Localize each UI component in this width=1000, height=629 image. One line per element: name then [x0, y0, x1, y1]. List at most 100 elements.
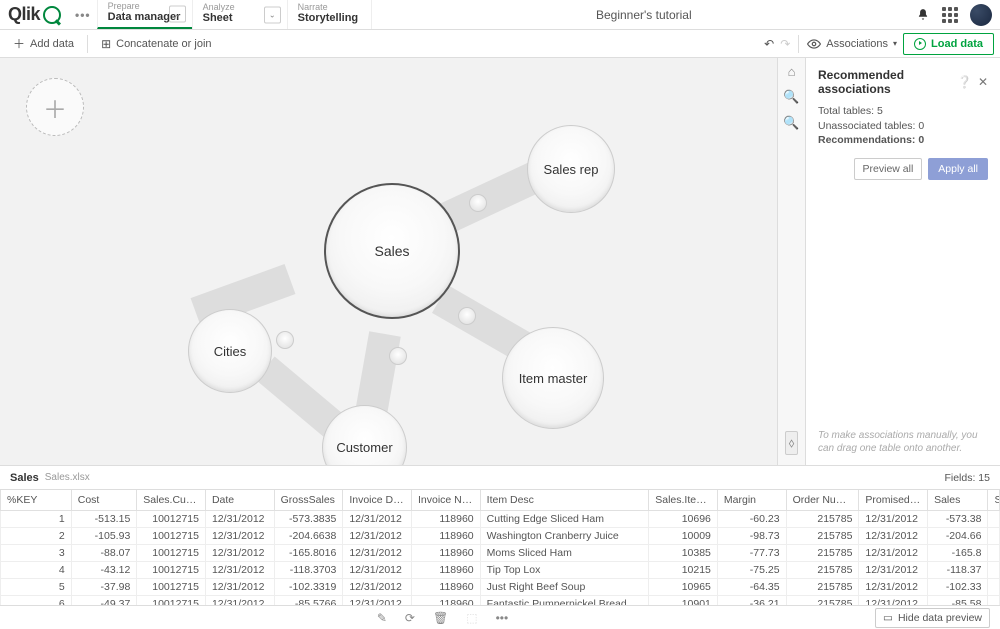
avatar[interactable] — [970, 4, 992, 26]
col-header[interactable]: Sales.Custo... — [137, 490, 206, 511]
cell: 10215 — [649, 562, 718, 579]
cell: 12/31/2012 — [343, 562, 412, 579]
cell: 12/31/2012 — [205, 579, 274, 596]
undo-icon[interactable]: ↶ — [764, 37, 774, 51]
recommendations-panel: Recommended associations ❔ ✕ Total table… — [805, 58, 1000, 465]
bubble-itemmaster[interactable]: Item master — [502, 327, 604, 429]
cell: 10009 — [649, 528, 718, 545]
table-row[interactable]: 1-513.151001271512/31/2012-573.383512/31… — [1, 511, 1000, 528]
edit-icon[interactable]: ✎ — [377, 611, 387, 625]
cell: 12/31/2012 — [343, 579, 412, 596]
cell: -49.37 — [71, 596, 137, 606]
fields-count: Fields: 15 — [944, 472, 990, 484]
nav-prepare[interactable]: Prepare Data manager ⌄ — [97, 0, 192, 29]
cell: -105.93 — [71, 528, 137, 545]
table-row[interactable]: 3-88.071001271512/31/2012-165.801612/31/… — [1, 545, 1000, 562]
preview-all-button[interactable]: Preview all — [854, 158, 923, 180]
apply-all-button[interactable]: Apply all — [928, 158, 988, 180]
table-row[interactable]: 5-37.981001271512/31/2012-102.331912/31/… — [1, 579, 1000, 596]
col-header[interactable]: Cost — [71, 490, 137, 511]
cell: 118960 — [411, 545, 480, 562]
play-icon — [914, 38, 926, 50]
add-table-button[interactable]: ＋ — [26, 78, 84, 136]
cell: -102.3319 — [274, 579, 343, 596]
cell: 12/31/2012 — [205, 511, 274, 528]
cell: -77.73 — [717, 545, 786, 562]
link-node[interactable] — [389, 347, 407, 365]
chevron-down-icon[interactable]: ⌄ — [169, 5, 186, 22]
logo-icon — [43, 6, 61, 24]
stat-total: Total tables: 5 — [818, 104, 988, 119]
concat-icon: ⊞ — [101, 37, 111, 51]
zoom-icon[interactable]: 🔍 — [783, 115, 799, 131]
associations-dropdown[interactable]: Associations ▾ — [807, 37, 897, 51]
col-header[interactable]: Date — [205, 490, 274, 511]
page-title: Beginner's tutorial — [372, 8, 916, 22]
col-header[interactable]: GrossSales — [274, 490, 343, 511]
magic-icon[interactable]: ⬨ — [785, 431, 799, 455]
cell — [988, 528, 1000, 545]
apps-icon[interactable] — [942, 7, 958, 23]
cell: 12/31/2012 — [343, 511, 412, 528]
nav-analyze[interactable]: Analyze Sheet ⌄ — [192, 0, 287, 29]
table-header-row: %KEYCostSales.Custo...DateGrossSalesInvo… — [1, 490, 1000, 511]
col-header[interactable]: Margin — [717, 490, 786, 511]
bubble-label: Customer — [336, 440, 392, 455]
col-header[interactable]: Order Number — [786, 490, 859, 511]
col-header[interactable]: S — [988, 490, 1000, 511]
table-row[interactable]: 4-43.121001271512/31/2012-118.370312/31/… — [1, 562, 1000, 579]
cell: 12/31/2012 — [859, 596, 928, 606]
more-icon[interactable]: ••• — [496, 611, 509, 625]
link-node[interactable] — [276, 331, 294, 349]
col-header[interactable]: Promised D... — [859, 490, 928, 511]
home-icon[interactable]: ⌂ — [788, 64, 796, 79]
load-data-button[interactable]: Load data — [903, 33, 994, 55]
col-header[interactable]: Item Desc — [480, 490, 649, 511]
concatenate-button[interactable]: ⊞ Concatenate or join — [94, 33, 218, 55]
bell-icon[interactable] — [916, 8, 930, 22]
hide-preview-button[interactable]: ▭ Hide data preview — [875, 608, 990, 628]
cell: 10965 — [649, 579, 718, 596]
chevron-down-icon[interactable]: ⌄ — [264, 6, 281, 23]
cell: -75.25 — [717, 562, 786, 579]
bubble-sales[interactable]: Sales — [324, 183, 460, 319]
cell: -85.58 — [928, 596, 988, 606]
cell: Moms Sliced Ham — [480, 545, 649, 562]
canvas[interactable]: ＋ Sales rep Sales Cities Item master Cus… — [0, 58, 777, 465]
cell: 10696 — [649, 511, 718, 528]
more-icon[interactable]: ••• — [75, 8, 91, 22]
col-header[interactable]: Sales — [928, 490, 988, 511]
cell: Cutting Edge Sliced Ham — [480, 511, 649, 528]
col-header[interactable]: Invoice Date — [343, 490, 412, 511]
refresh-icon[interactable]: ⟳ — [405, 611, 415, 625]
bottom-actions: ✎ ⟳ 🗑 ⬚ ••• — [10, 611, 875, 625]
cell: Fantastic Pumpernickel Bread — [480, 596, 649, 606]
col-header[interactable]: Sales.Item N... — [649, 490, 718, 511]
col-header[interactable]: Invoice Num... — [411, 490, 480, 511]
cell: 10012715 — [137, 562, 206, 579]
action-right: ↶ ↷ Associations ▾ Load data — [764, 33, 994, 55]
cell: 12/31/2012 — [205, 562, 274, 579]
panel-title: Recommended associations — [818, 68, 957, 96]
help-icon[interactable]: ❔ — [957, 75, 972, 89]
data-table: %KEYCostSales.Custo...DateGrossSalesInvo… — [0, 489, 1000, 605]
label: Concatenate or join — [116, 38, 211, 50]
link-node[interactable] — [469, 194, 487, 212]
close-icon[interactable]: ✕ — [978, 75, 988, 89]
bubble-cities[interactable]: Cities — [188, 309, 272, 393]
link-node[interactable] — [458, 307, 476, 325]
cell: -36.21 — [717, 596, 786, 606]
table-row[interactable]: 6-49.371001271512/31/2012-85.576612/31/2… — [1, 596, 1000, 606]
col-header[interactable]: %KEY — [1, 490, 72, 511]
bubble-label: Sales — [374, 243, 409, 259]
nav-narrate[interactable]: Narrate Storytelling — [287, 0, 372, 29]
cell: 215785 — [786, 579, 859, 596]
logo[interactable]: Qlik — [8, 4, 61, 25]
cell: -98.73 — [717, 528, 786, 545]
delete-icon[interactable]: 🗑 — [433, 611, 448, 625]
cell: -118.37 — [928, 562, 988, 579]
bubble-salesrep[interactable]: Sales rep — [527, 125, 615, 213]
table-row[interactable]: 2-105.931001271512/31/2012-204.663812/31… — [1, 528, 1000, 545]
bubble-label: Item master — [519, 371, 588, 386]
add-data-button[interactable]: ＋ Add data — [6, 31, 81, 56]
